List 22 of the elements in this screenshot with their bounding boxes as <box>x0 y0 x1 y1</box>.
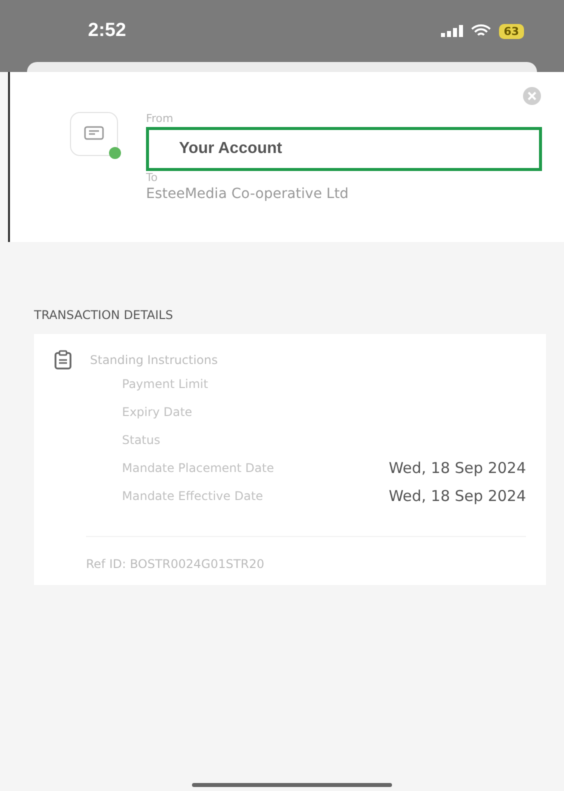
detail-label: Mandate Placement Date <box>122 461 274 475</box>
detail-label: Payment Limit <box>122 377 208 391</box>
detail-label: Expiry Date <box>122 405 192 419</box>
clipboard-icon <box>54 350 72 370</box>
to-label: To <box>146 171 159 184</box>
close-icon[interactable] <box>522 86 542 106</box>
to-account: EsteeMedia Co-operative Ltd <box>146 186 350 202</box>
status-time: 2:52 <box>88 20 126 42</box>
details-title: Standing Instructions <box>90 353 218 367</box>
battery-level: 63 <box>498 24 524 38</box>
reference-id: Ref ID: BOSTR0024G01STR20 <box>86 536 526 571</box>
detail-value: Wed, 18 Sep 2024 <box>388 459 526 477</box>
section-title: TRANSACTION DETAILS <box>34 308 174 322</box>
account-icon <box>70 112 118 156</box>
home-indicator[interactable] <box>192 783 392 787</box>
detail-value: Wed, 18 Sep 2024 <box>388 487 526 505</box>
from-account: Your Account <box>146 127 542 171</box>
detail-label: Mandate Effective Date <box>122 489 264 503</box>
wifi-icon <box>470 24 491 38</box>
signal-icon <box>440 25 463 37</box>
detail-label: Status <box>122 433 160 447</box>
from-label: From <box>146 112 174 125</box>
